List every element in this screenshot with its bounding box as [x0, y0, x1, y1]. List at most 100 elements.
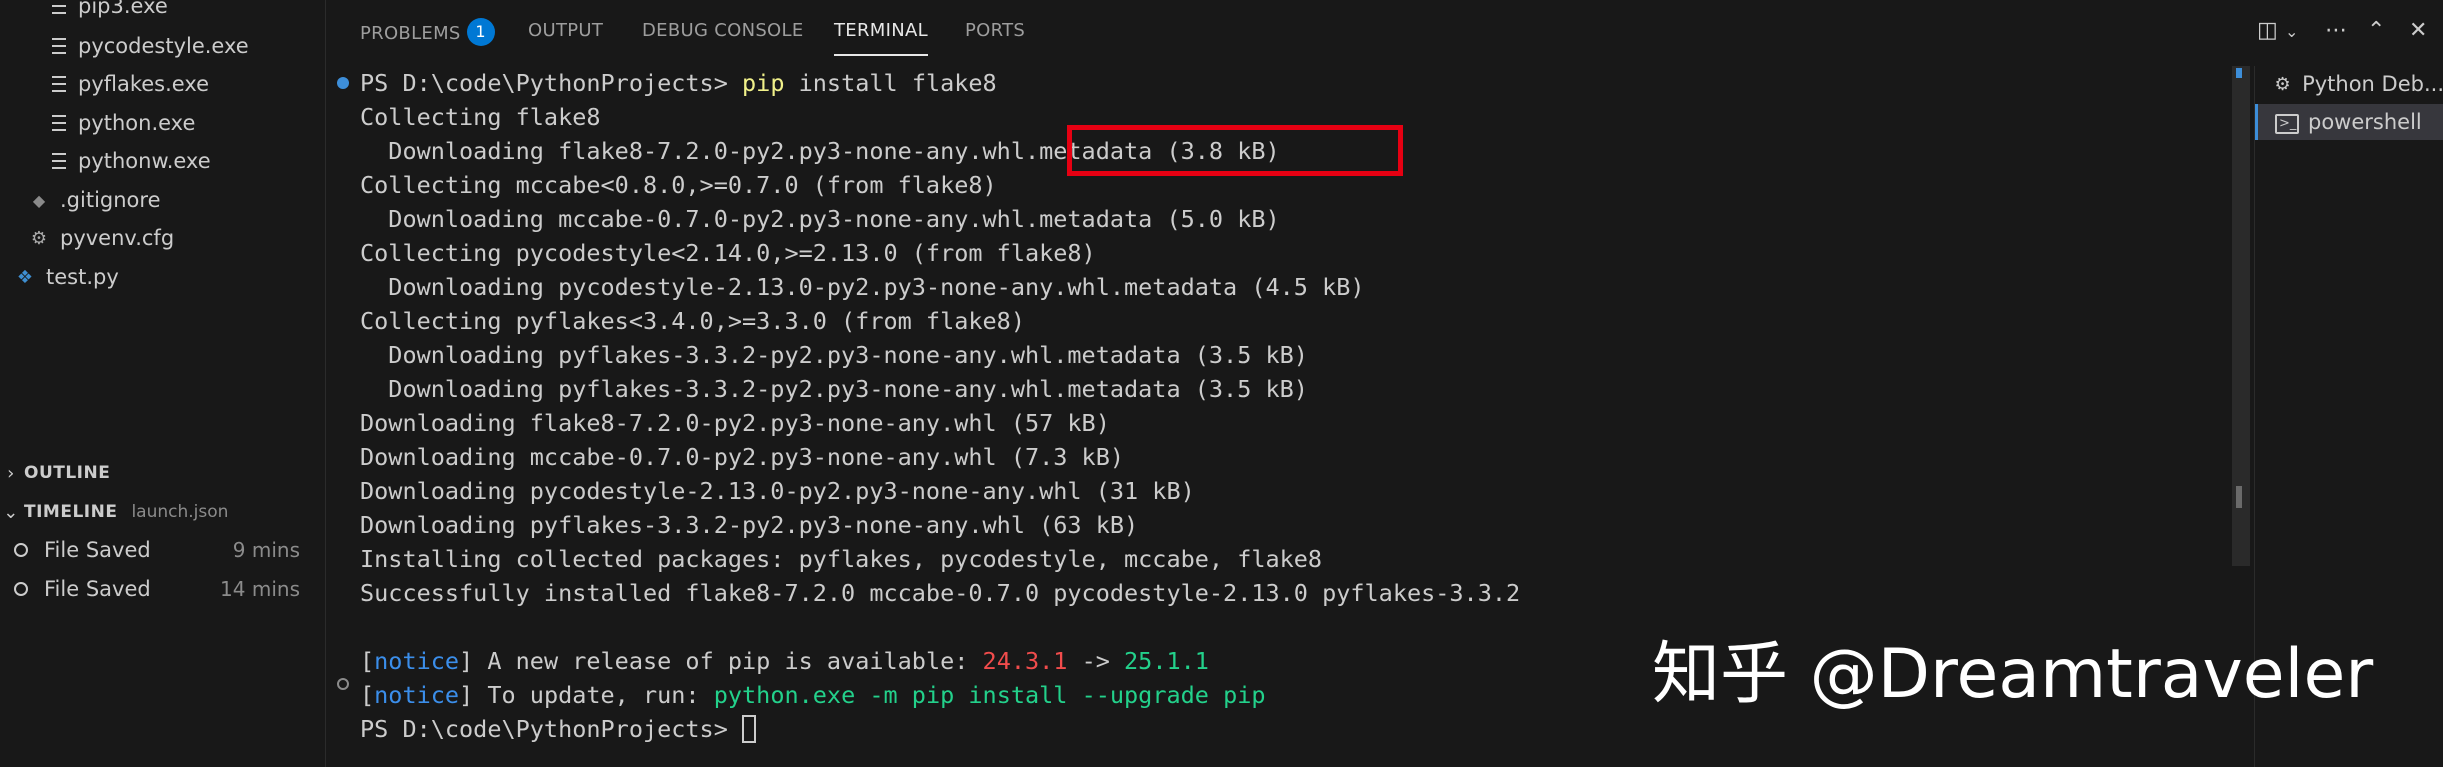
file-icon: [52, 38, 66, 54]
notice-text: A new release of pip is available:: [473, 647, 983, 675]
terminal-entry-label: powershell: [2308, 110, 2422, 134]
file-icon: [52, 153, 66, 169]
terminal-line: Collecting pyflakes<3.4.0,>=3.3.0 (from …: [360, 307, 1025, 335]
tab-ports[interactable]: PORTS: [965, 20, 1025, 50]
file-label: pycodestyle.exe: [78, 34, 249, 58]
terminal-cursor: [742, 714, 757, 743]
terminal-notice-update: [notice] To update, run: python.exe -m p…: [360, 678, 1266, 712]
tab-label: PORTS: [965, 20, 1026, 41]
command-decoration: [337, 678, 349, 690]
file-pycodestyle-exe[interactable]: pycodestyle.exe: [52, 28, 249, 64]
timeline-file: launch.json: [131, 502, 229, 522]
terminal-prompt: PS D:\code\PythonProjects: [360, 715, 714, 743]
chevron-right-icon: ›: [7, 462, 15, 484]
command-highlight-box: [1067, 125, 1403, 176]
file-python-exe[interactable]: python.exe: [52, 105, 195, 141]
chevron-down-icon[interactable]: ⌄: [2285, 22, 2298, 41]
terminal-prompt-line[interactable]: PS D:\code\PythonProjects>: [360, 712, 757, 746]
terminal-command-line: PS D:\code\PythonProjects> pip install f…: [360, 66, 997, 100]
file-icon: [52, 115, 66, 131]
scrollbar-marker: [2236, 68, 2242, 78]
watermark: 知乎 @Dreamtraveler: [1652, 635, 2374, 714]
timeline-section-header[interactable]: ⌄ TIMELINE launch.json: [0, 494, 325, 530]
prompt-symbol: >: [713, 69, 728, 97]
old-version: 24.3.1: [982, 647, 1068, 675]
tab-output[interactable]: OUTPUT: [528, 20, 603, 50]
notice-text: To update, run:: [473, 681, 714, 709]
file-pythonw-exe[interactable]: pythonw.exe: [52, 143, 211, 179]
panel-tab-bar: PROBLEMS 1 OUTPUT DEBUG CONSOLE TERMINAL …: [327, 0, 2443, 66]
terminal-entry-powershell[interactable]: >_ powershell: [2255, 104, 2443, 140]
git-icon: ◆: [32, 190, 46, 210]
file-label: python.exe: [78, 111, 196, 135]
terminal-line: Collecting flake8: [360, 103, 601, 131]
tab-debug-console[interactable]: DEBUG CONSOLE: [642, 20, 804, 50]
outline-section-header[interactable]: › OUTLINE: [0, 455, 325, 491]
notice-tag: notice: [374, 681, 460, 709]
new-version: 25.1.1: [1124, 647, 1209, 675]
scrollbar-thumb[interactable]: [2236, 486, 2242, 508]
terminal-line: Downloading pycodestyle-2.13.0-py2.py3-n…: [360, 477, 1195, 505]
file-icon: [52, 76, 66, 92]
terminal-line: Installing collected packages: pyflakes,…: [360, 545, 1323, 573]
prompt-symbol: >: [713, 715, 728, 743]
split-layout-icon[interactable]: ◫: [2257, 18, 2278, 43]
file-test-py[interactable]: ❖ test.py: [14, 259, 119, 295]
timeline-item[interactable]: File Saved 14 mins: [0, 571, 300, 607]
file-label: test.py: [46, 265, 119, 289]
bracket: ]: [459, 681, 474, 709]
tab-terminal[interactable]: TERMINAL: [834, 20, 928, 56]
tab-label: DEBUG CONSOLE: [642, 20, 804, 41]
problems-badge: 1: [466, 18, 495, 46]
terminal-line: Downloading pyflakes-3.3.2-py2.py3-none-…: [360, 511, 1139, 539]
bracket: [: [360, 681, 375, 709]
bug-icon: ⚙: [2274, 73, 2291, 95]
terminal-line: Downloading mccabe-0.7.0-py2.py3-none-an…: [360, 443, 1125, 471]
circle-icon: [14, 543, 28, 557]
file-label: pyflakes.exe: [78, 72, 210, 96]
file-label: .gitignore: [60, 188, 161, 212]
upgrade-command: python.exe -m pip install --upgrade pip: [713, 681, 1266, 709]
close-icon[interactable]: ✕: [2409, 18, 2427, 43]
file-gitignore[interactable]: ◆ .gitignore: [28, 182, 161, 218]
tab-label: TERMINAL: [834, 20, 928, 41]
tab-label: OUTPUT: [528, 20, 604, 41]
file-label: pip3.exe: [78, 0, 168, 18]
terminal-icon: >_: [2274, 111, 2300, 134]
terminal-line: Collecting pycodestyle<2.14.0,>=2.13.0 (…: [360, 239, 1096, 267]
tab-label: PROBLEMS: [360, 23, 461, 44]
terminal-line: Downloading pyflakes-3.3.2-py2.py3-none-…: [360, 375, 1308, 403]
gear-icon: ⚙: [30, 227, 48, 249]
command-args: install flake8: [784, 69, 997, 97]
version-arrow: ->: [1067, 647, 1125, 675]
explorer-sidebar: pip3.exe pycodestyle.exe pyflakes.exe py…: [0, 0, 326, 767]
bracket: [: [360, 647, 375, 675]
file-pyvenv-cfg[interactable]: ⚙ pyvenv.cfg: [28, 220, 174, 256]
terminal-scrollbar[interactable]: [2232, 66, 2250, 566]
tab-problems[interactable]: PROBLEMS 1: [360, 18, 495, 50]
file-pyflakes-exe[interactable]: pyflakes.exe: [52, 66, 209, 102]
timeline-item-time: 9 mins: [232, 538, 300, 562]
timeline-item-label: File Saved: [44, 577, 151, 601]
terminal-line: Downloading flake8-7.2.0-py2.py3-none-an…: [360, 409, 1110, 437]
circle-icon: [14, 582, 28, 596]
file-label: pythonw.exe: [78, 149, 211, 173]
more-actions-icon[interactable]: ⋯: [2325, 18, 2347, 43]
terminal-entry-python-debug[interactable]: ⚙ Python Deb...: [2255, 66, 2443, 102]
timeline-item[interactable]: File Saved 9 mins: [0, 532, 300, 568]
file-pip3-exe[interactable]: pip3.exe: [52, 0, 168, 24]
timeline-item-label: File Saved: [44, 538, 151, 562]
notice-tag: notice: [374, 647, 460, 675]
file-icon: [52, 0, 66, 14]
terminal-entry-label: Python Deb...: [2302, 72, 2443, 96]
terminal-line: Successfully installed flake8-7.2.0 mcca…: [360, 579, 1521, 607]
file-label: pyvenv.cfg: [60, 226, 175, 250]
timeline-title: TIMELINE: [24, 502, 118, 522]
command-program: pip: [742, 69, 785, 97]
terminal-line: Downloading pycodestyle-2.13.0-py2.py3-n…: [360, 273, 1365, 301]
terminal-line: Collecting mccabe<0.8.0,>=0.7.0 (from fl…: [360, 171, 997, 199]
python-icon: ❖: [16, 266, 34, 288]
terminal-line: Downloading mccabe-0.7.0-py2.py3-none-an…: [360, 205, 1280, 233]
terminal-line: Downloading pyflakes-3.3.2-py2.py3-none-…: [360, 341, 1308, 369]
maximize-panel-icon[interactable]: ⌃: [2367, 18, 2385, 43]
